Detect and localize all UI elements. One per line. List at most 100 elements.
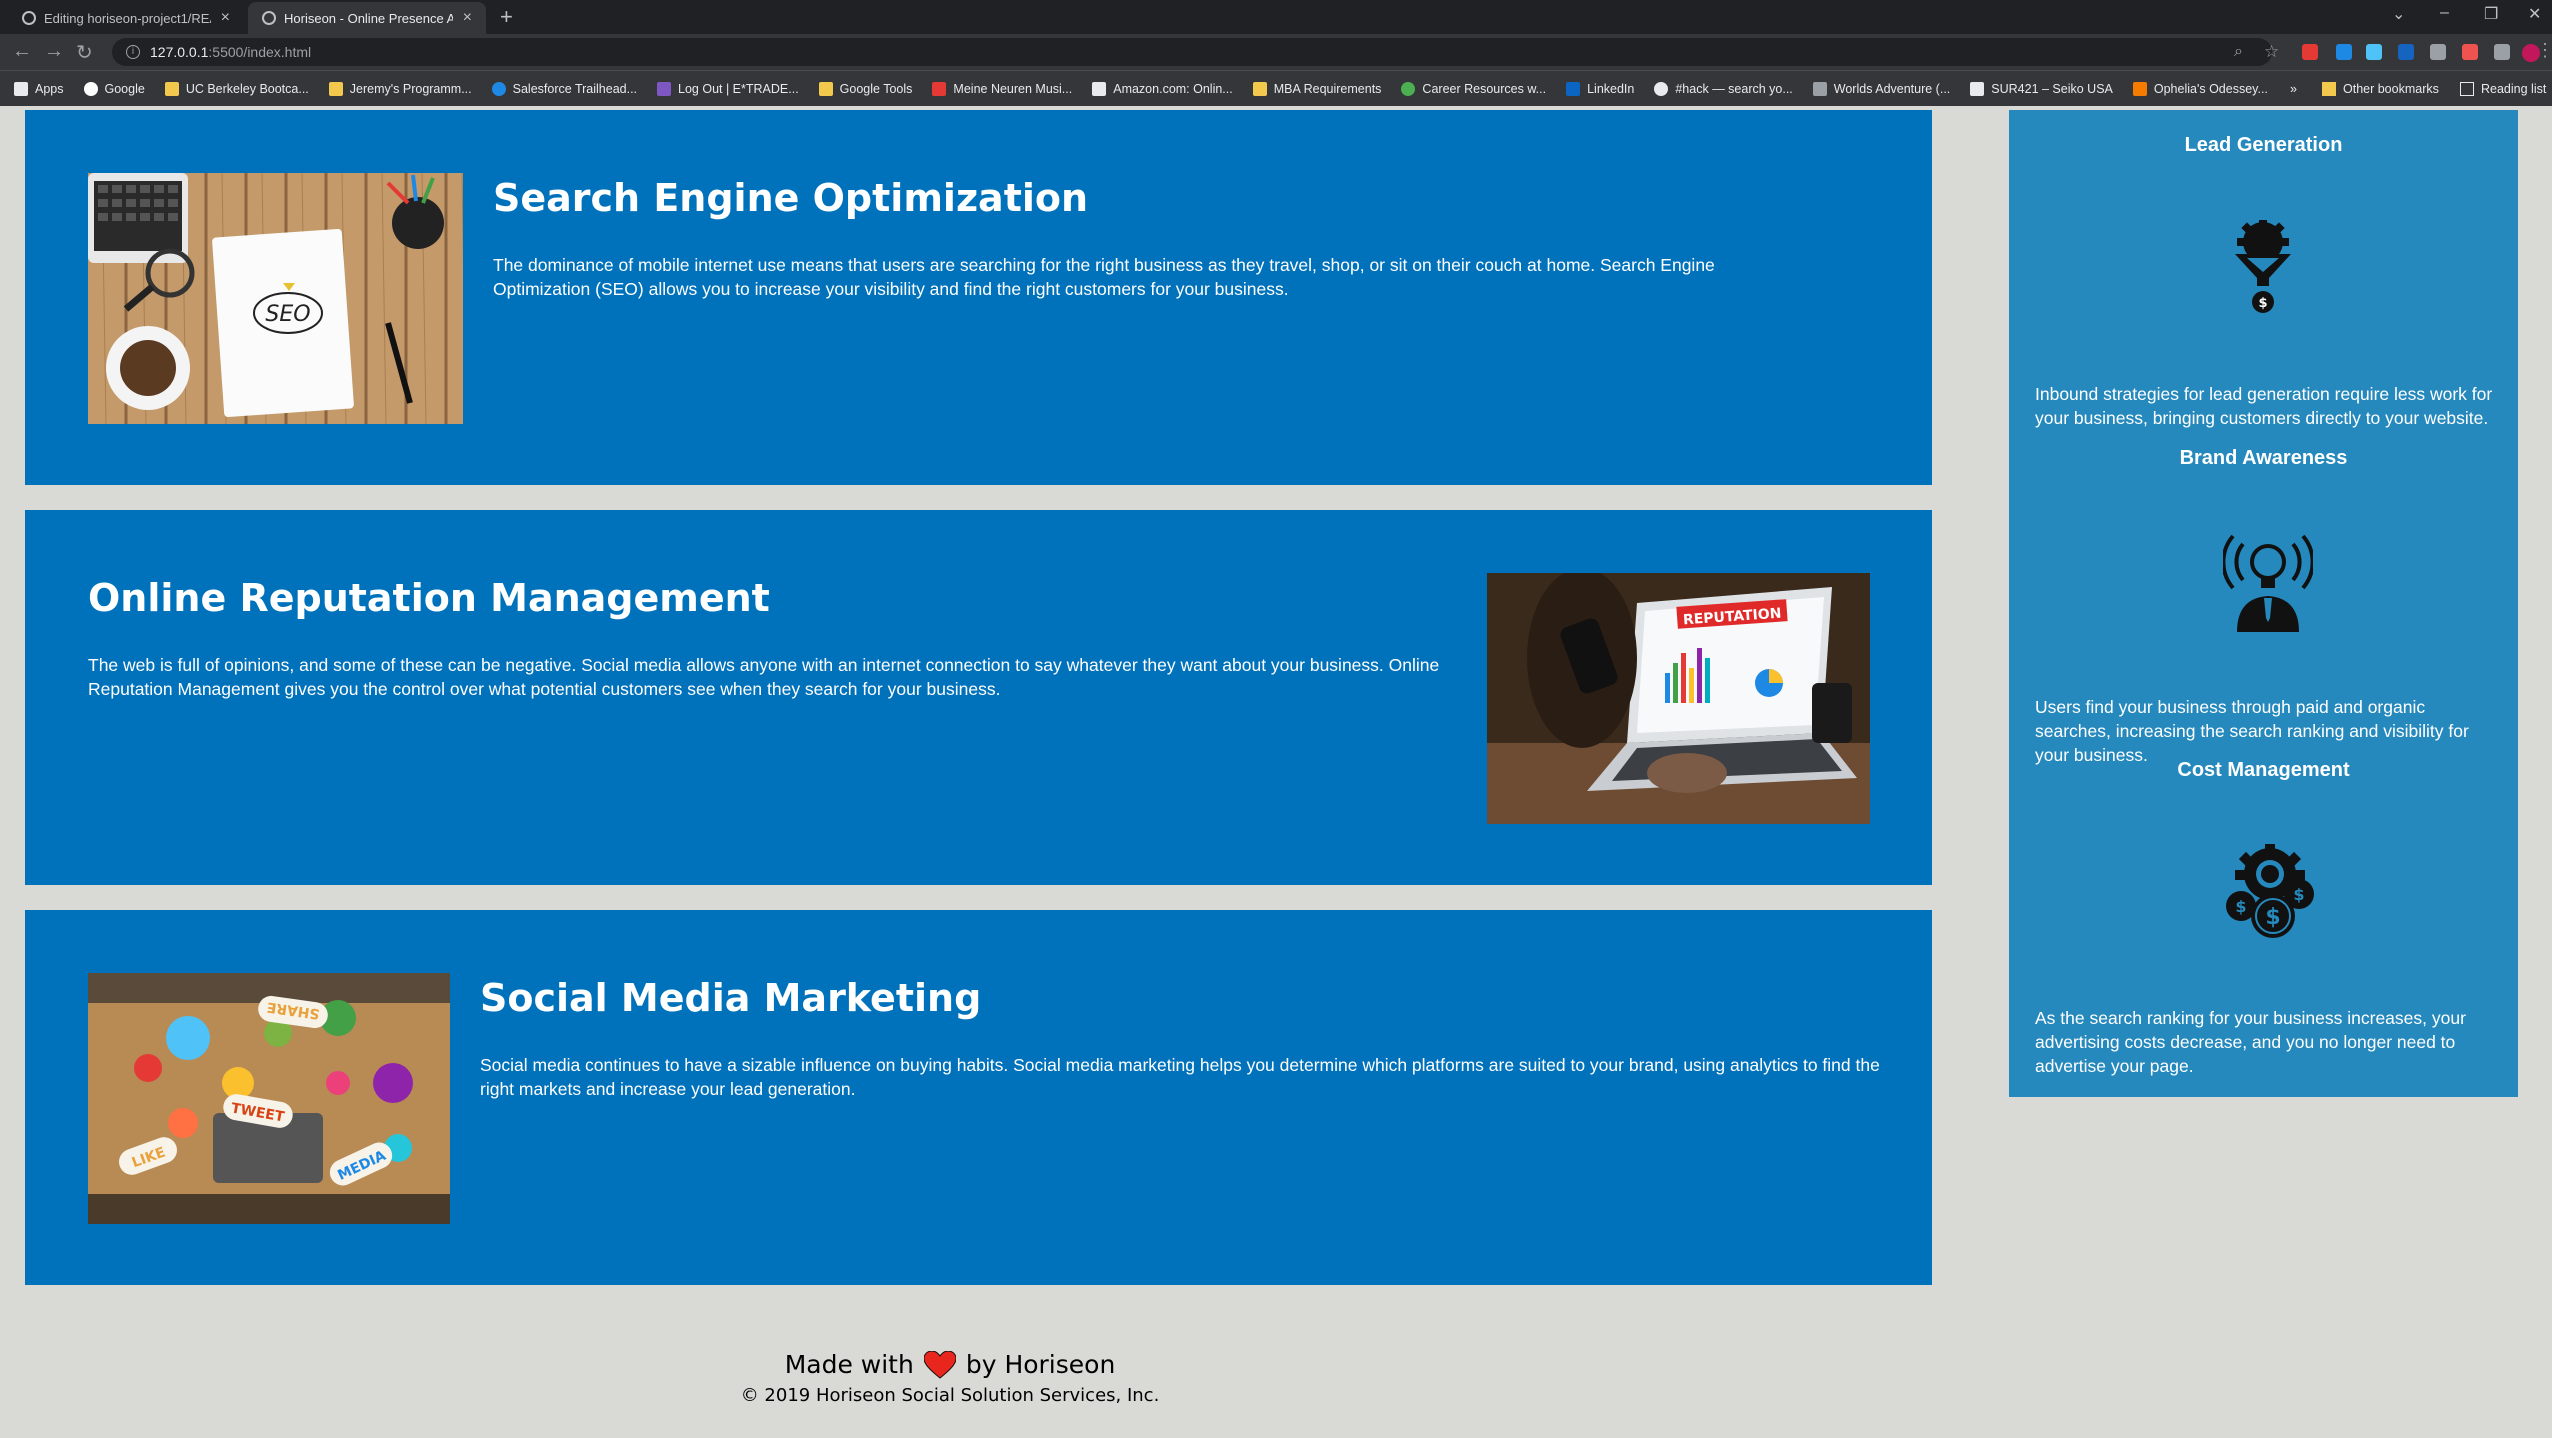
extension-icon[interactable] xyxy=(2398,44,2414,60)
bookmark-label: Log Out | E*TRADE... xyxy=(678,81,799,96)
folder-icon xyxy=(2322,82,2336,96)
extension-icon[interactable] xyxy=(2462,44,2478,60)
zoom-icon[interactable]: ⌕ xyxy=(2234,43,2250,60)
tab-horiseon[interactable]: Horiseon - Online Presence Augm × xyxy=(248,2,486,34)
by-horiseon-text: by Horiseon xyxy=(965,1350,1116,1379)
close-icon[interactable]: × xyxy=(221,9,230,27)
back-icon[interactable]: ← xyxy=(12,40,32,63)
extension-icon[interactable] xyxy=(2366,44,2382,60)
bookmark-item[interactable]: Amazon.com: Onlin... xyxy=(1092,81,1233,96)
money-gear-icon: $ $ $ xyxy=(2223,844,2314,944)
copyright: © 2019 Horiseon Social Solution Services… xyxy=(740,1385,1160,1406)
url-host: 127.0.0.1 xyxy=(150,44,209,60)
minimize-icon[interactable]: – xyxy=(2440,4,2449,22)
music-icon xyxy=(932,81,947,96)
reputation-title: Online Reputation Management xyxy=(88,576,770,620)
cost-management-text: As the search ranking for your business … xyxy=(2035,1008,2466,1076)
bookmark-item[interactable]: UC Berkeley Bootca... xyxy=(164,81,309,96)
bookmark-label: Ophelia's Odessey... xyxy=(2153,81,2268,96)
footer-made-with: Made with by Horiseon xyxy=(0,1350,1900,1379)
bookmark-item[interactable]: MBA Requirements xyxy=(1252,81,1381,96)
lightbulb-broadcast-icon xyxy=(2221,532,2315,632)
bookmark-item[interactable]: Worlds Adventure (... xyxy=(1812,81,1950,96)
reload-icon[interactable]: ↻ xyxy=(76,40,93,65)
close-window-icon[interactable]: ✕ xyxy=(2528,4,2541,24)
linkedin-extension-icon[interactable] xyxy=(2336,44,2352,60)
svg-text:$: $ xyxy=(2235,897,2246,916)
bookmark-label: Career Resources w... xyxy=(1422,81,1547,96)
tab-label: Horiseon - Online Presence Augm xyxy=(284,10,453,26)
social-card: SHARE TWEET LIKE MEDIA Social Media Mark… xyxy=(25,910,1932,1285)
seo-image-text: SEO xyxy=(265,302,310,327)
restore-icon[interactable]: ❐ xyxy=(2484,4,2498,24)
lead-generation-text: Inbound strategies for lead generation r… xyxy=(2035,384,2493,428)
overflow-label: » xyxy=(2290,82,2297,96)
forward-icon[interactable]: → xyxy=(44,40,64,63)
seo-image: SEO xyxy=(88,173,463,424)
bookmark-label: Meine Neuren Musi... xyxy=(953,81,1073,96)
career-icon xyxy=(1401,81,1416,96)
star-icon[interactable]: ☆ xyxy=(2264,42,2280,61)
folder-icon xyxy=(818,81,833,96)
bookmark-label: Apps xyxy=(35,81,64,96)
cost-management-title: Cost Management xyxy=(2177,759,2350,781)
bookmark-item[interactable]: #hack — search yo... xyxy=(1654,81,1793,96)
reputation-text: The web is full of opinions, and some of… xyxy=(88,655,1440,699)
adventure-icon xyxy=(1812,81,1827,96)
lead-generation-title: Lead Generation xyxy=(2184,134,2343,156)
folder-icon xyxy=(164,81,179,96)
bookmark-item[interactable]: Ophelia's Odessey... xyxy=(2132,81,2268,96)
other-bookmarks-label: Other bookmarks xyxy=(2343,82,2439,96)
etrade-icon xyxy=(657,81,672,96)
address-bar[interactable]: i 127.0.0.1:5500/index.html xyxy=(112,38,2272,66)
bookmark-item[interactable]: Career Resources w... xyxy=(1401,81,1547,96)
site-info-icon[interactable]: i xyxy=(126,45,140,59)
reading-list[interactable]: Reading list xyxy=(2460,71,2546,107)
bookmark-label: #hack — search yo... xyxy=(1675,81,1793,96)
adblock-extension-icon[interactable] xyxy=(2302,44,2318,60)
new-tab-button[interactable]: + xyxy=(500,4,513,30)
other-bookmarks[interactable]: Other bookmarks xyxy=(2322,71,2439,107)
bookmark-item[interactable]: Google Tools xyxy=(818,81,913,96)
url-path: :5500/index.html xyxy=(208,44,312,60)
bookmark-item[interactable]: Apps xyxy=(14,81,64,96)
folder-icon xyxy=(328,81,343,96)
bookmark-item[interactable]: Google xyxy=(83,81,145,96)
bookmark-label: Google xyxy=(104,81,145,96)
svg-text:$: $ xyxy=(2265,905,2280,930)
benefits-sidebar: Lead Generation $ Inbound strategies for… xyxy=(2009,110,2518,1097)
extension-icon[interactable] xyxy=(2430,44,2446,60)
social-title: Social Media Marketing xyxy=(480,976,982,1020)
bookmark-item[interactable]: Jeremy's Programm... xyxy=(328,81,472,96)
tab-github-readme[interactable]: Editing horiseon-project1/READM × xyxy=(8,2,244,34)
google-icon xyxy=(83,81,98,96)
bookmark-item[interactable]: Log Out | E*TRADE... xyxy=(657,81,799,96)
browser-chrome: Editing horiseon-project1/READM × Horise… xyxy=(0,0,2552,106)
bookmark-label: Google Tools xyxy=(839,81,913,96)
bookmark-label: LinkedIn xyxy=(1587,81,1635,96)
close-icon[interactable]: × xyxy=(463,9,472,27)
bookmarks-bar: Apps Google UC Berkeley Bootca... Jeremy… xyxy=(0,70,2552,106)
page-content: SEO Search Engine Optimization The domin… xyxy=(0,106,2552,1438)
bookmark-item[interactable]: Salesforce Trailhead... xyxy=(491,81,638,96)
tab-search-icon[interactable]: ⌄ xyxy=(2392,4,2405,24)
seiko-icon xyxy=(1970,81,1985,96)
social-text: Social media continues to have a sizable… xyxy=(480,1055,1880,1099)
bookmark-item[interactable]: LinkedIn xyxy=(1566,81,1635,96)
salesforce-icon xyxy=(491,81,506,96)
bookmark-item[interactable]: Meine Neuren Musi... xyxy=(932,81,1073,96)
tab-label: Editing horiseon-project1/READM xyxy=(44,10,211,26)
bookmark-label: UC Berkeley Bootca... xyxy=(185,81,309,96)
bookmarks-overflow[interactable]: » xyxy=(2290,71,2297,107)
reputation-card: Online Reputation Management The web is … xyxy=(25,510,1932,885)
puzzle-icon[interactable] xyxy=(2494,44,2510,60)
globe-icon xyxy=(262,11,276,25)
reading-list-label: Reading list xyxy=(2481,82,2547,96)
hack-icon xyxy=(1654,81,1669,96)
folder-icon xyxy=(1252,81,1267,96)
bookmark-item[interactable]: SUR421 – Seiko USA xyxy=(1970,81,2113,96)
heart-icon xyxy=(923,1350,956,1379)
menu-dots-icon[interactable]: ⋮ xyxy=(2536,40,2552,61)
bookmark-label: Salesforce Trailhead... xyxy=(512,81,638,96)
bookmark-label: Amazon.com: Onlin... xyxy=(1113,81,1233,96)
